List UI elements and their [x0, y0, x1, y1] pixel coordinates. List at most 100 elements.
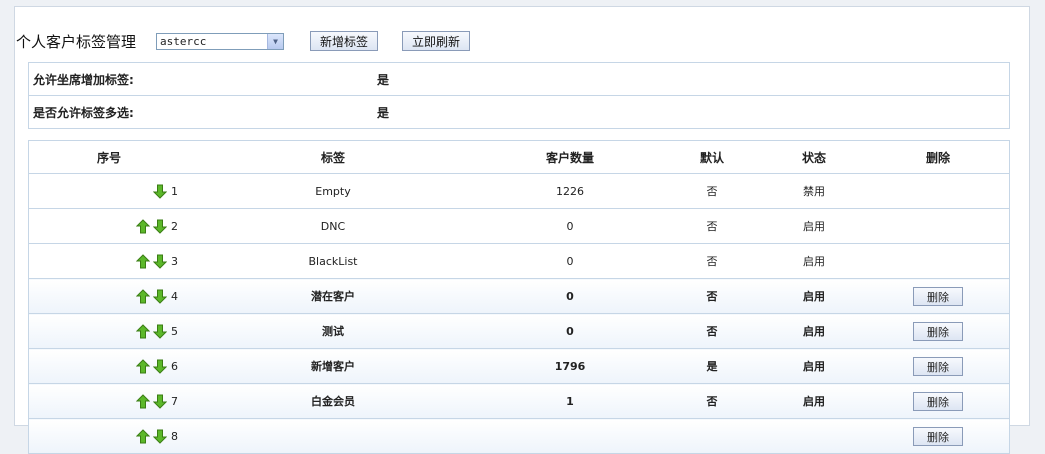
- col-header-default: 默认: [663, 140, 761, 174]
- table-row: 8 删除: [28, 418, 1010, 454]
- count-cell: [477, 418, 663, 454]
- move-up-icon[interactable]: [136, 218, 150, 234]
- col-header-count: 客户数量: [477, 140, 663, 174]
- seq-number: 7: [171, 394, 178, 408]
- tag-cell: 白金会员: [189, 383, 477, 419]
- delete-button[interactable]: 删除: [913, 426, 963, 446]
- col-header-delete: 删除: [867, 140, 1010, 174]
- move-up-icon[interactable]: [136, 253, 150, 269]
- settings-row: 允许坐席增加标签: 是: [28, 62, 1010, 96]
- delete-cell: 删除: [867, 278, 1010, 314]
- move-down-icon[interactable]: [153, 219, 167, 234]
- table-row: 2 DNC 0 否启用: [28, 208, 1010, 244]
- status-cell: 禁用: [761, 173, 867, 209]
- tag-cell: 新增客户: [189, 348, 477, 384]
- settings-row: 是否允许标签多选: 是: [28, 95, 1010, 129]
- move-down-icon[interactable]: [153, 394, 167, 409]
- count-cell: 1226: [477, 173, 663, 209]
- move-down-icon[interactable]: [153, 254, 167, 269]
- move-up-icon[interactable]: [136, 428, 150, 444]
- status-cell: 启用: [761, 348, 867, 384]
- count-cell: 0: [477, 278, 663, 314]
- setting-value: 是: [376, 95, 1010, 129]
- table-body: 1 Empty 1226 否禁用 2 DNC 0 否启用 3 BlackList 0 否启用 4 潜在客户…: [28, 173, 1010, 454]
- status-cell: 启用: [761, 208, 867, 244]
- tag-cell: BlackList: [189, 243, 477, 279]
- delete-cell: [867, 243, 1010, 279]
- tag-cell: 潜在客户: [189, 278, 477, 314]
- chevron-down-icon[interactable]: ▼: [267, 33, 284, 49]
- move-up-icon[interactable]: [136, 358, 150, 374]
- seq-cell: 3: [28, 243, 189, 279]
- default-cell: 否: [663, 278, 761, 314]
- seq-number: 3: [171, 254, 178, 268]
- default-cell: 否: [663, 313, 761, 349]
- table-row: 4 潜在客户 0 否启用 删除: [28, 278, 1010, 314]
- add-tag-button[interactable]: 新增标签: [310, 31, 379, 51]
- count-cell: 1796: [477, 348, 663, 384]
- default-cell: 否: [663, 383, 761, 419]
- col-header-tag: 标签: [189, 140, 477, 174]
- count-cell: 0: [477, 243, 663, 279]
- table-header-row: 序号 标签 客户数量 默认 状态 删除: [28, 140, 1010, 174]
- delete-button[interactable]: 删除: [913, 321, 963, 341]
- status-cell: 启用: [761, 383, 867, 419]
- seq-cell: 7: [28, 383, 189, 419]
- default-cell: 否: [663, 243, 761, 279]
- delete-cell: 删除: [867, 313, 1010, 349]
- status-cell: [761, 418, 867, 454]
- tag-cell: [189, 418, 477, 454]
- seq-number: 4: [171, 289, 178, 303]
- setting-label: 是否允许标签多选:: [28, 95, 376, 129]
- refresh-button[interactable]: 立即刷新: [402, 31, 471, 51]
- tag-cell: Empty: [189, 173, 477, 209]
- default-cell: 否: [663, 208, 761, 244]
- table-row: 7 白金会员 1 否启用 删除: [28, 383, 1010, 419]
- default-cell: [663, 418, 761, 454]
- delete-cell: 删除: [867, 383, 1010, 419]
- count-cell: 0: [477, 208, 663, 244]
- col-header-status: 状态: [761, 140, 867, 174]
- seq-number: 6: [171, 359, 178, 373]
- settings-table: 允许坐席增加标签: 是 是否允许标签多选: 是: [28, 62, 1010, 129]
- move-down-icon[interactable]: [153, 429, 167, 444]
- move-down-icon[interactable]: [153, 359, 167, 374]
- move-up-icon[interactable]: [136, 323, 150, 339]
- tag-table: 序号 标签 客户数量 默认 状态 删除 1 Empty 1226 否禁用 2 DNC 0 否启…: [28, 140, 1010, 454]
- delete-cell: [867, 173, 1010, 209]
- count-cell: 1: [477, 383, 663, 419]
- move-up-icon[interactable]: [136, 393, 150, 409]
- seq-number: 2: [171, 219, 178, 233]
- seq-cell: 5: [28, 313, 189, 349]
- col-header-seq: 序号: [28, 140, 189, 174]
- seq-number: 1: [171, 184, 178, 198]
- move-down-icon[interactable]: [153, 184, 167, 199]
- move-down-icon[interactable]: [153, 289, 167, 304]
- move-down-icon[interactable]: [153, 324, 167, 339]
- table-row: 3 BlackList 0 否启用: [28, 243, 1010, 279]
- delete-button[interactable]: 删除: [913, 286, 963, 306]
- seq-cell: 1: [28, 173, 189, 209]
- page-title: 个人客户标签管理: [16, 32, 137, 51]
- delete-button[interactable]: 删除: [913, 356, 963, 376]
- group-select[interactable]: astercc ▼: [156, 32, 285, 50]
- table-row: 6 新增客户 1796 是启用 删除: [28, 348, 1010, 384]
- seq-number: 8: [171, 429, 178, 443]
- delete-cell: [867, 208, 1010, 244]
- default-cell: 是: [663, 348, 761, 384]
- count-cell: 0: [477, 313, 663, 349]
- header-bar: 个人客户标签管理 astercc ▼ 新增标签 立即刷新: [16, 30, 471, 52]
- group-select-value: astercc: [160, 34, 207, 48]
- tag-cell: DNC: [189, 208, 477, 244]
- seq-cell: 2: [28, 208, 189, 244]
- setting-label: 允许坐席增加标签:: [28, 62, 376, 96]
- table-row: 1 Empty 1226 否禁用: [28, 173, 1010, 209]
- move-up-icon[interactable]: [136, 288, 150, 304]
- tag-cell: 测试: [189, 313, 477, 349]
- default-cell: 否: [663, 173, 761, 209]
- seq-cell: 6: [28, 348, 189, 384]
- seq-cell: 4: [28, 278, 189, 314]
- status-cell: 启用: [761, 243, 867, 279]
- setting-value: 是: [376, 62, 1010, 96]
- delete-cell: 删除: [867, 348, 1010, 384]
